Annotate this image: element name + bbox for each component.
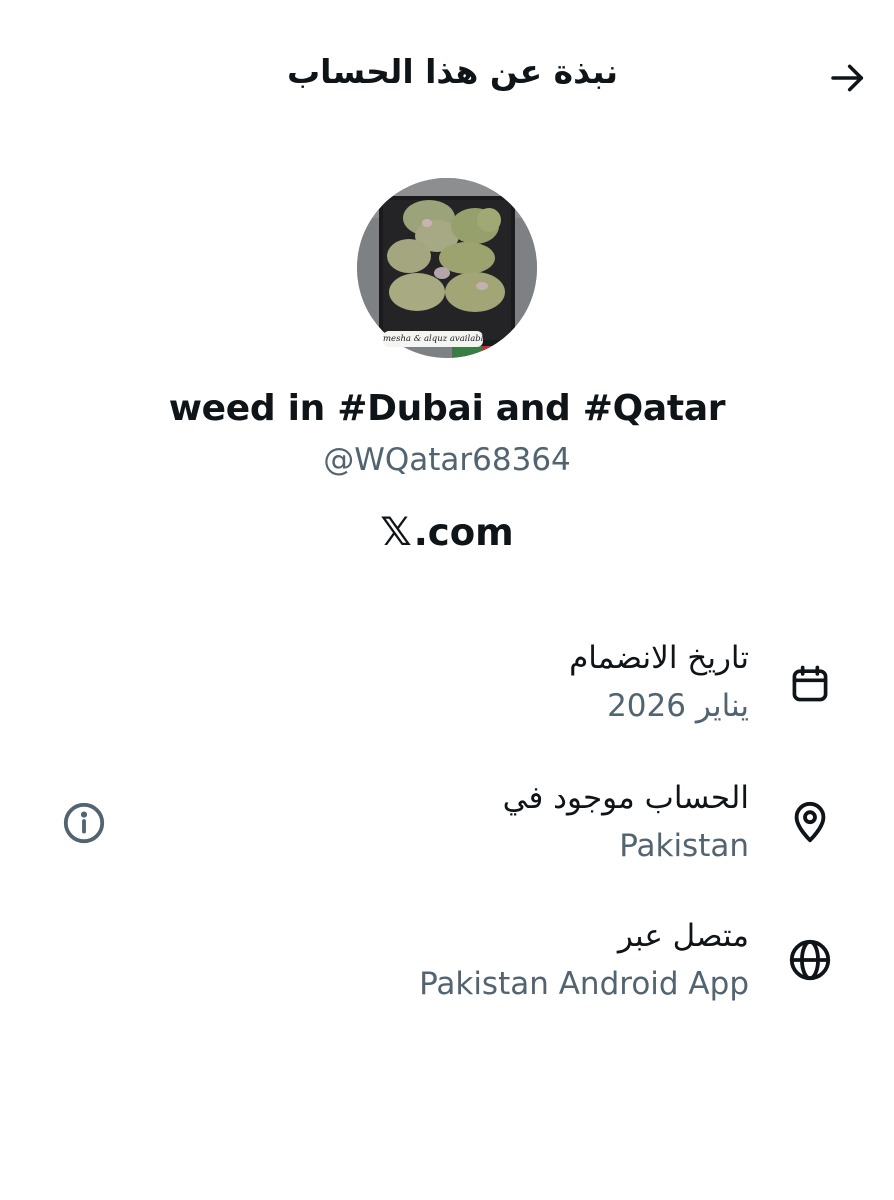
info-button[interactable] <box>60 799 108 847</box>
info-row-location: الحساب موجود في Pakistan <box>0 770 894 890</box>
calendar-icon <box>786 660 834 708</box>
location-label: الحساب موجود في <box>502 780 749 816</box>
location-pin-icon <box>786 798 834 846</box>
info-icon <box>63 802 105 844</box>
arrow-right-icon <box>831 64 864 92</box>
header: نبذة عن هذا الحساب <box>0 0 894 150</box>
brand-domain-suffix: .com <box>413 511 514 554</box>
brand-domain: 𝕏 .com <box>0 510 894 555</box>
info-row-joined: تاريخ الانضمام يناير 2026 <box>0 630 894 750</box>
username-handle: @WQatar68364 <box>323 442 571 478</box>
connected-via-value: Pakistan Android App <box>419 966 749 1002</box>
avatar-caption: mesha & alquz available <box>383 331 483 347</box>
page-title: نبذة عن هذا الحساب <box>287 52 618 91</box>
joined-value: يناير 2026 <box>607 688 749 724</box>
about-account-page: نبذة عن هذا الحساب mesha & alquz availab… <box>0 0 894 1200</box>
x-logo-icon: 𝕏 <box>380 510 412 555</box>
location-value: Pakistan <box>619 828 749 864</box>
display-name: weed in #Dubai and #Qatar <box>168 388 726 429</box>
connected-via-label: متصل عبر <box>617 918 749 954</box>
info-row-connected-via: متصل عبر Pakistan Android App <box>0 908 894 1028</box>
joined-label: تاريخ الانضمام <box>569 640 749 676</box>
globe-icon <box>786 936 834 984</box>
back-button[interactable] <box>820 50 876 106</box>
